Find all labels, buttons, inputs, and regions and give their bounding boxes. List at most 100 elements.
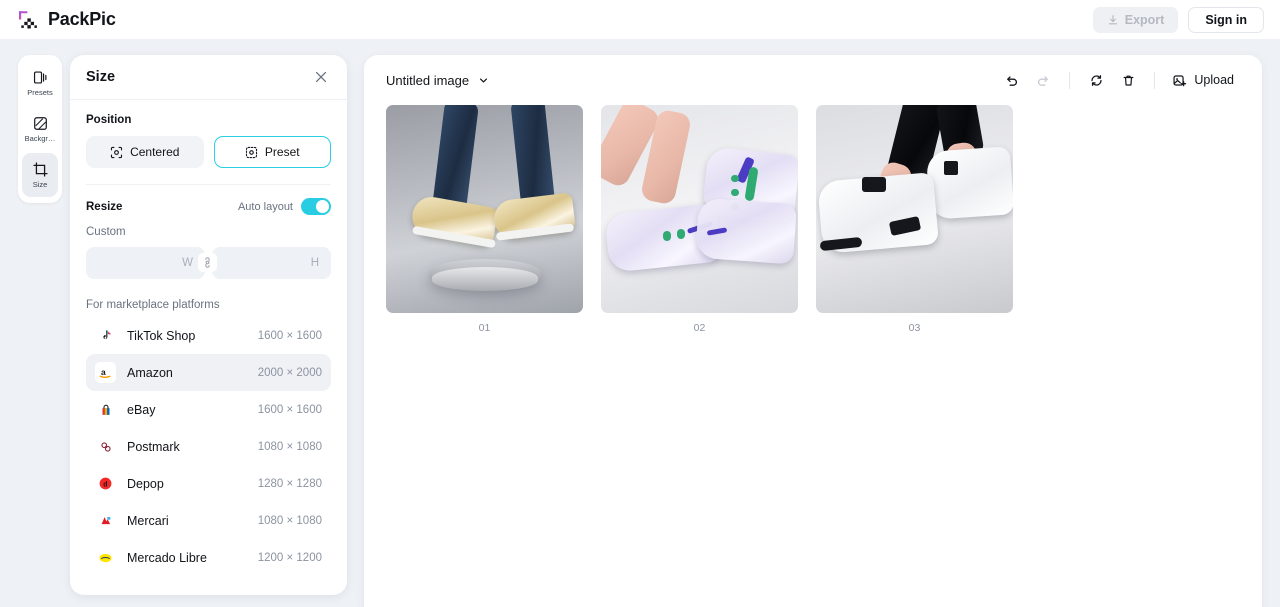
svg-text:a: a — [101, 367, 106, 377]
tiktok-icon — [95, 325, 116, 346]
chevron-down-icon — [480, 77, 488, 83]
width-input[interactable]: W — [86, 247, 205, 279]
delete-button[interactable] — [1113, 65, 1143, 95]
presets-icon — [33, 71, 46, 84]
position-centered-button[interactable]: Centered — [86, 136, 204, 168]
document-name: Untitled image — [386, 72, 470, 88]
canvas-area: Untitled image Upload 01 02 03 — [364, 55, 1262, 607]
packpic-logo-icon — [16, 8, 40, 32]
marketplace-row-depop[interactable]: d Depop 1280 × 1280 — [86, 465, 331, 502]
upload-button[interactable]: Upload — [1166, 65, 1240, 95]
panel-body: Position Centered Preset Resize Auto lay… — [70, 100, 347, 576]
panel-divider — [86, 184, 331, 185]
panel-title: Size — [86, 69, 116, 85]
trash-icon — [1123, 75, 1134, 86]
download-icon — [1108, 14, 1117, 24]
thumbnail-caption: 01 — [478, 322, 491, 334]
close-icon[interactable] — [311, 67, 331, 87]
rail-label-size: Size — [32, 181, 48, 189]
thumbnail-image-02[interactable] — [601, 105, 798, 313]
marketplace-row-mercari[interactable]: Mercari 1080 × 1080 — [86, 502, 331, 539]
postmark-icon — [95, 436, 116, 457]
reset-button[interactable] — [1081, 65, 1111, 95]
export-button[interactable]: Export — [1092, 6, 1179, 33]
marketplace-name: Amazon — [127, 365, 173, 380]
marketplace-dimensions: 1600 × 1600 — [257, 403, 322, 416]
custom-label: Custom — [86, 226, 126, 238]
upload-label: Upload — [1194, 73, 1234, 87]
undo-icon — [1006, 75, 1017, 86]
toolbar-divider — [1069, 71, 1071, 89]
background-icon — [33, 117, 47, 131]
page-body: Presets Backgr… Size Size Position Cente… — [0, 39, 1280, 607]
image-plus-icon — [1173, 74, 1187, 86]
auto-layout-toggle[interactable] — [301, 198, 331, 215]
marketplace-list: TikTok Shop 1600 × 1600 a Amazon 2000 × … — [86, 317, 331, 576]
auto-layout-label: Auto layout — [237, 200, 293, 213]
mercari-icon — [95, 510, 116, 531]
position-preset-button[interactable]: Preset — [213, 136, 331, 168]
position-options: Centered Preset — [86, 136, 331, 168]
svg-text:d: d — [103, 481, 107, 488]
rail-label-presets: Presets — [27, 89, 53, 97]
mercado-libre-icon — [95, 547, 116, 568]
redo-button[interactable] — [1028, 65, 1058, 95]
canvas-toolbar: Untitled image Upload — [364, 55, 1262, 105]
rail-label-background: Backgr… — [24, 135, 56, 143]
export-label: Export — [1124, 12, 1165, 27]
top-bar-actions: Export Sign in — [1092, 6, 1264, 33]
panel-header: Size — [70, 55, 347, 100]
marketplace-name: eBay — [127, 402, 156, 417]
marketplace-dimensions: 1080 × 1080 — [257, 440, 322, 453]
height-input[interactable]: H — [212, 247, 331, 279]
redo-icon — [1037, 75, 1048, 86]
thumbnail-cell: 02 — [601, 105, 798, 334]
marketplace-dimensions: 1200 × 1200 — [257, 551, 322, 564]
marketplace-row-postmark[interactable]: Postmark 1080 × 1080 — [86, 428, 331, 465]
position-centered-label: Centered — [130, 145, 180, 159]
rail-item-presets[interactable]: Presets — [22, 61, 58, 105]
position-preset-label: Preset — [264, 145, 300, 159]
toolbar-divider-2 — [1154, 71, 1156, 89]
marketplace-heading: For marketplace platforms — [86, 299, 220, 311]
auto-layout-control: Auto layout — [238, 198, 331, 215]
marketplace-row-ebay[interactable]: eBay 1600 × 1600 — [86, 391, 331, 428]
thumbnail-image-03[interactable] — [816, 105, 1013, 313]
document-name-dropdown[interactable]: Untitled image — [386, 73, 489, 88]
thumbnail-strip: 01 02 03 — [364, 105, 1262, 334]
size-panel: Size Position Centered Preset Resize Aut… — [70, 55, 347, 595]
undo-button[interactable] — [996, 65, 1026, 95]
thumbnail-image-01[interactable] — [386, 105, 583, 313]
brand-name: PackPic — [48, 9, 116, 29]
resize-header: Resize Auto layout — [86, 198, 331, 215]
marketplace-name: TikTok Shop — [127, 328, 196, 343]
marketplace-dimensions: 1080 × 1080 — [257, 514, 322, 527]
marketplace-dimensions: 1280 × 1280 — [257, 477, 322, 490]
dimension-inputs: W H — [86, 247, 331, 279]
depop-icon: d — [95, 473, 116, 494]
thumbnail-cell: 03 — [816, 105, 1013, 334]
ebay-icon — [95, 399, 116, 420]
link-dimensions-icon[interactable] — [198, 253, 217, 272]
rail-item-background[interactable]: Backgr… — [22, 107, 58, 151]
marketplace-name: Mercari — [127, 513, 169, 528]
preset-icon — [245, 146, 257, 158]
marketplace-name: Mercado Libre — [127, 550, 207, 565]
refresh-icon — [1091, 74, 1102, 86]
sign-in-button[interactable]: Sign in — [1188, 6, 1264, 33]
marketplace-row-tiktok-shop[interactable]: TikTok Shop 1600 × 1600 — [86, 317, 331, 354]
marketplace-row-mercado-libre[interactable]: Mercado Libre 1200 × 1200 — [86, 539, 331, 576]
thumbnail-caption: 02 — [693, 322, 706, 334]
amazon-icon: a — [95, 362, 116, 383]
marketplace-dimensions: 1600 × 1600 — [257, 329, 322, 342]
tool-rail: Presets Backgr… Size — [18, 55, 62, 203]
marketplace-row-amazon[interactable]: a Amazon 2000 × 2000 — [86, 354, 331, 391]
thumbnail-caption: 03 — [908, 322, 921, 334]
rail-item-size[interactable]: Size — [22, 153, 58, 197]
canvas-tools: Upload — [996, 65, 1240, 95]
position-label: Position — [86, 114, 132, 126]
size-crop-icon — [32, 162, 48, 177]
brand: PackPic — [16, 8, 116, 32]
marketplace-name: Postmark — [127, 439, 180, 454]
marketplace-name: Depop — [127, 476, 164, 491]
